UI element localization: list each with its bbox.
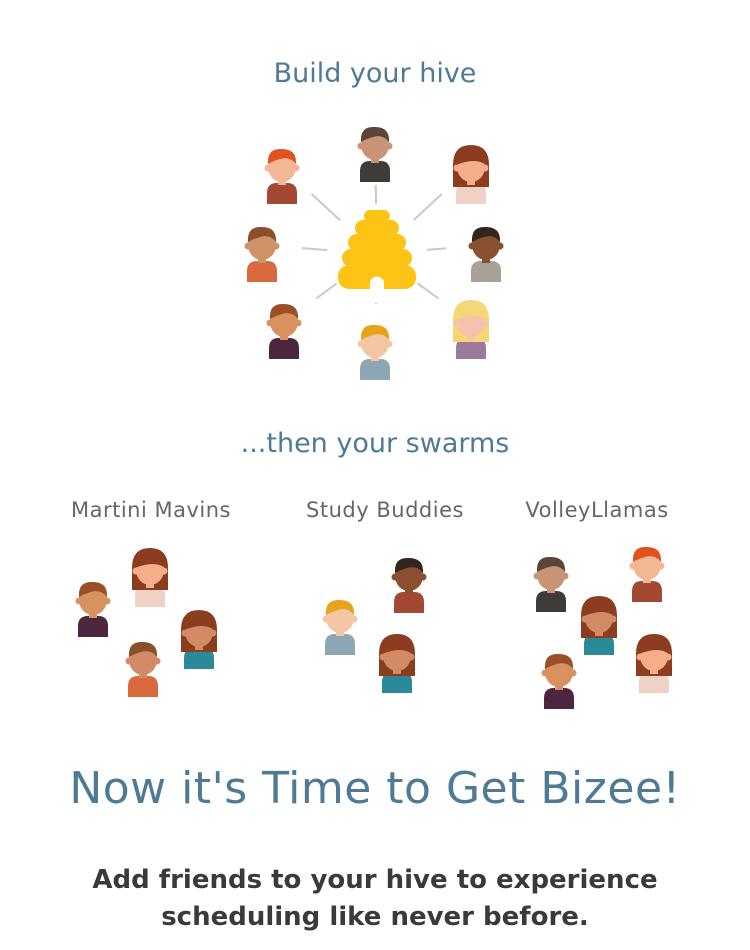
swarm-member-person-icon bbox=[379, 634, 415, 693]
swarm-members bbox=[75, 546, 672, 709]
swarm-label-study-buddies: Study Buddies bbox=[306, 498, 464, 522]
hive-member-person-icon bbox=[453, 145, 489, 204]
tagline-line-2: scheduling like never before. bbox=[161, 902, 589, 932]
swarm-member-person-icon bbox=[629, 546, 665, 602]
tagline-line-1: Add friends to your hive to experience bbox=[92, 865, 658, 895]
swarm-member-person-icon bbox=[581, 596, 617, 655]
swarm-member-person-icon bbox=[125, 641, 161, 697]
swarm-member-person-icon bbox=[75, 581, 111, 637]
hive-title: Build your hive bbox=[273, 58, 477, 89]
hive-member-person-icon bbox=[266, 303, 302, 359]
swarm-member-person-icon bbox=[541, 653, 577, 709]
hive-member-person-icon bbox=[357, 126, 393, 182]
hive-member-person-icon bbox=[264, 148, 300, 204]
swarms-title: ...then your swarms bbox=[240, 428, 510, 459]
swarm-member-person-icon bbox=[322, 599, 358, 655]
hive-member-person-icon bbox=[244, 226, 280, 282]
beehive-icon bbox=[338, 210, 416, 289]
hive-member-person-icon bbox=[357, 324, 393, 380]
swarm-member-person-icon bbox=[533, 556, 569, 612]
swarm-label-martini-mavins: Martini Mavins bbox=[70, 498, 231, 522]
swarm-member-person-icon bbox=[636, 634, 672, 693]
tagline: Add friends to your hive to experience s… bbox=[0, 862, 750, 936]
headline: Now it's Time to Get Bizee! bbox=[69, 763, 681, 814]
swarm-label-volleyllamas: VolleyLlamas bbox=[525, 498, 669, 522]
hive-member-person-icon bbox=[453, 300, 489, 359]
swarm-member-person-icon bbox=[132, 548, 168, 607]
hive-member-person-icon bbox=[468, 226, 504, 282]
swarm-member-person-icon bbox=[181, 610, 217, 669]
swarm-member-person-icon bbox=[391, 557, 427, 613]
